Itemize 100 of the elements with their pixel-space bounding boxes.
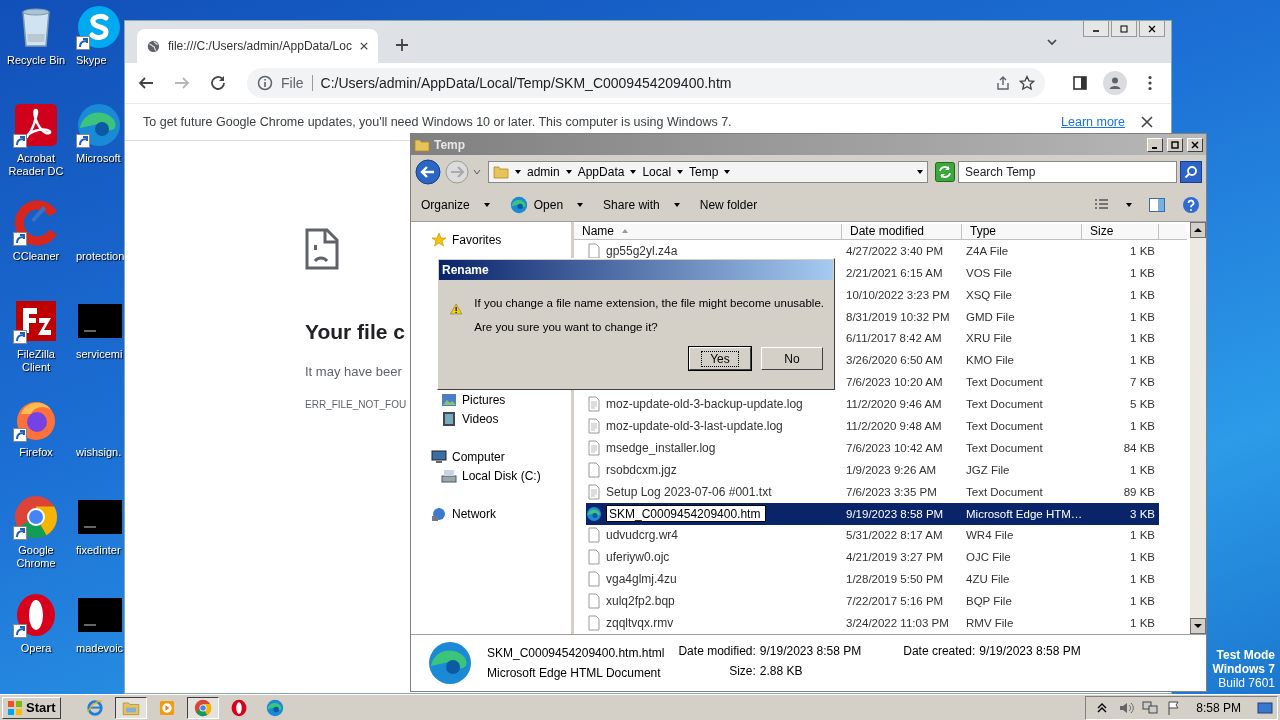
dialog-button[interactable]: No xyxy=(761,347,823,370)
taskbar-button[interactable] xyxy=(114,696,147,719)
desktop-icon-label[interactable]: Firefox xyxy=(19,446,53,459)
column-header[interactable]: Date modified xyxy=(842,224,962,240)
desktop-icon-label[interactable]: Acrobat Reader DC xyxy=(3,152,69,178)
breadcrumb-item[interactable]: AppData xyxy=(577,165,625,179)
edge-icon[interactable] xyxy=(76,102,122,148)
dialog-button[interactable]: Yes xyxy=(689,347,751,370)
toolbar-button[interactable]: New folder xyxy=(695,196,762,214)
error-code: ERR_FILE_NOT_FOU xyxy=(305,399,407,410)
desktop-icon-label[interactable]: Google Chrome xyxy=(3,544,69,570)
rename-field[interactable]: SKM_C0009454209400.htm xyxy=(606,505,766,523)
address-bar[interactable]: admin AppData Local Temp xyxy=(488,161,928,183)
navigation-item[interactable]: Favorites xyxy=(411,230,571,249)
file-name[interactable]: vga4glmj.4zu xyxy=(606,572,677,587)
column-header[interactable]: Size xyxy=(1082,224,1159,240)
file-name[interactable]: gp55g2yl.z4a xyxy=(606,243,678,258)
desktop-icon-label[interactable]: madevoic xyxy=(76,642,124,655)
close-icon[interactable] xyxy=(1147,23,1157,34)
desktop-icon-label[interactable]: Microsoft xyxy=(76,152,121,165)
side-panel-icon[interactable] xyxy=(1071,74,1089,92)
share-icon[interactable] xyxy=(995,75,1011,91)
recent-pages-icon[interactable] xyxy=(473,168,481,176)
navigation-item[interactable]: Network xyxy=(411,504,571,523)
maximize-icon[interactable] xyxy=(1171,140,1179,149)
file-name[interactable]: moz-update-old-3-last-update.log xyxy=(606,419,783,433)
breadcrumb-item[interactable]: admin xyxy=(527,165,560,179)
scroll-up-button[interactable] xyxy=(1190,222,1206,238)
caret-icon[interactable] xyxy=(673,203,680,207)
taskbar-button[interactable] xyxy=(186,696,219,719)
file-name[interactable]: moz-update-old-3-backup-update.log xyxy=(606,397,803,412)
desktop-icon-label[interactable]: Recycle Bin xyxy=(6,54,66,67)
learn-more-link[interactable]: Learn more xyxy=(1061,115,1125,129)
reload-icon[interactable] xyxy=(209,74,227,92)
refresh-icon[interactable] xyxy=(935,162,955,182)
desktop-icon-label[interactable]: FileZilla Client xyxy=(3,348,69,374)
navigation-item[interactable]: Pictures xyxy=(411,390,571,409)
desktop-icon-label[interactable]: servicemi xyxy=(76,348,123,361)
back-icon[interactable] xyxy=(415,159,441,185)
address-bar[interactable]: File C:/Users/admin/AppData/Local/Temp/SKM_C0009454209400.htm xyxy=(247,68,1045,98)
clock[interactable]: 8:58 PM xyxy=(1196,700,1241,715)
desktop-icon-label[interactable]: Skype xyxy=(76,54,107,67)
profile-icon[interactable] xyxy=(1107,75,1123,91)
desktop-icon-label[interactable]: CCleaner xyxy=(12,250,60,263)
column-header[interactable]: Name xyxy=(574,224,842,240)
close-icon[interactable] xyxy=(1141,116,1153,128)
show-desktop-icon[interactable] xyxy=(1257,699,1273,716)
detail-label: Size: xyxy=(728,664,756,678)
caret-icon[interactable] xyxy=(577,203,584,207)
skype-icon[interactable] xyxy=(76,4,122,50)
toolbar-button[interactable]: Open xyxy=(505,194,568,216)
toolbar-button[interactable]: Share with xyxy=(599,196,664,214)
browser-tab[interactable]: file:///C:/Users/admin/AppData/Loc xyxy=(137,29,378,63)
close-icon[interactable] xyxy=(1191,140,1199,149)
start-button[interactable]: Start xyxy=(2,696,61,719)
caret-icon[interactable] xyxy=(677,170,684,174)
scroll-down-button[interactable] xyxy=(1190,618,1206,634)
navigation-item[interactable]: Videos xyxy=(411,409,571,428)
file-name[interactable]: udvudcrg.wr4 xyxy=(606,528,679,543)
network-icon xyxy=(431,505,447,522)
navigation-item[interactable]: Computer xyxy=(411,447,571,466)
caret-icon[interactable] xyxy=(917,170,923,174)
file-name[interactable]: xulq2fp2.bqp xyxy=(606,594,675,609)
scrollbar[interactable] xyxy=(1190,222,1206,634)
breadcrumb-item[interactable]: Temp xyxy=(689,165,719,179)
column-header[interactable]: Type xyxy=(962,224,1082,240)
caret-icon[interactable] xyxy=(630,170,637,174)
search-field[interactable]: Search Temp xyxy=(958,161,1177,183)
acrobat-icon[interactable] xyxy=(13,102,59,148)
breadcrumb-item[interactable]: Local xyxy=(642,165,672,179)
caret-icon[interactable] xyxy=(724,170,731,174)
caret-icon[interactable] xyxy=(483,203,490,207)
navigation-item[interactable]: Local Disk (C:) xyxy=(411,466,571,485)
dialog-message: Are you sure you want to change it? xyxy=(474,321,659,333)
filezilla-icon[interactable] xyxy=(13,298,59,344)
size-cell-text: 1 KB xyxy=(1129,265,1156,280)
file-name[interactable]: msedge_installer.log xyxy=(606,440,716,455)
test-mode-text: Windows 7 xyxy=(1212,662,1275,676)
cleaner-icon[interactable] xyxy=(13,200,59,246)
chrome-icon[interactable] xyxy=(13,494,59,540)
close-icon[interactable] xyxy=(359,41,368,50)
search-button[interactable] xyxy=(1180,161,1202,183)
selected-file-row[interactable]: SKM_C0009454209400.htm 9/19/2023 8:58 PM Microsoft Edge HTM… 3 KB xyxy=(586,502,1159,525)
desktop-icon-label[interactable]: wishsign. xyxy=(76,446,122,459)
caret-icon[interactable] xyxy=(565,170,572,174)
toolbar-button[interactable]: Organize xyxy=(417,196,474,214)
help-icon[interactable] xyxy=(1182,196,1200,214)
preview-pane-icon[interactable] xyxy=(1148,196,1166,214)
caret-icon[interactable] xyxy=(515,170,521,174)
caret-icon[interactable] xyxy=(1126,203,1132,207)
desktop-icon-label[interactable]: protection xyxy=(76,250,125,263)
star-icon[interactable] xyxy=(1019,75,1035,91)
file-name[interactable]: rsobdcxm.jgz xyxy=(606,462,677,477)
desktop-icon-label[interactable]: fixedinter xyxy=(76,544,121,557)
file-name[interactable]: zqqltvqx.rmv xyxy=(606,616,674,630)
file-name[interactable]: uferiyw0.ojc xyxy=(606,550,670,565)
restore-icon[interactable] xyxy=(1119,23,1129,34)
desktop-icon-label[interactable]: Opera xyxy=(20,642,52,655)
file-name[interactable]: Setup Log 2023-07-06 #001.txt xyxy=(606,484,772,499)
network-icon[interactable] xyxy=(1142,699,1159,716)
